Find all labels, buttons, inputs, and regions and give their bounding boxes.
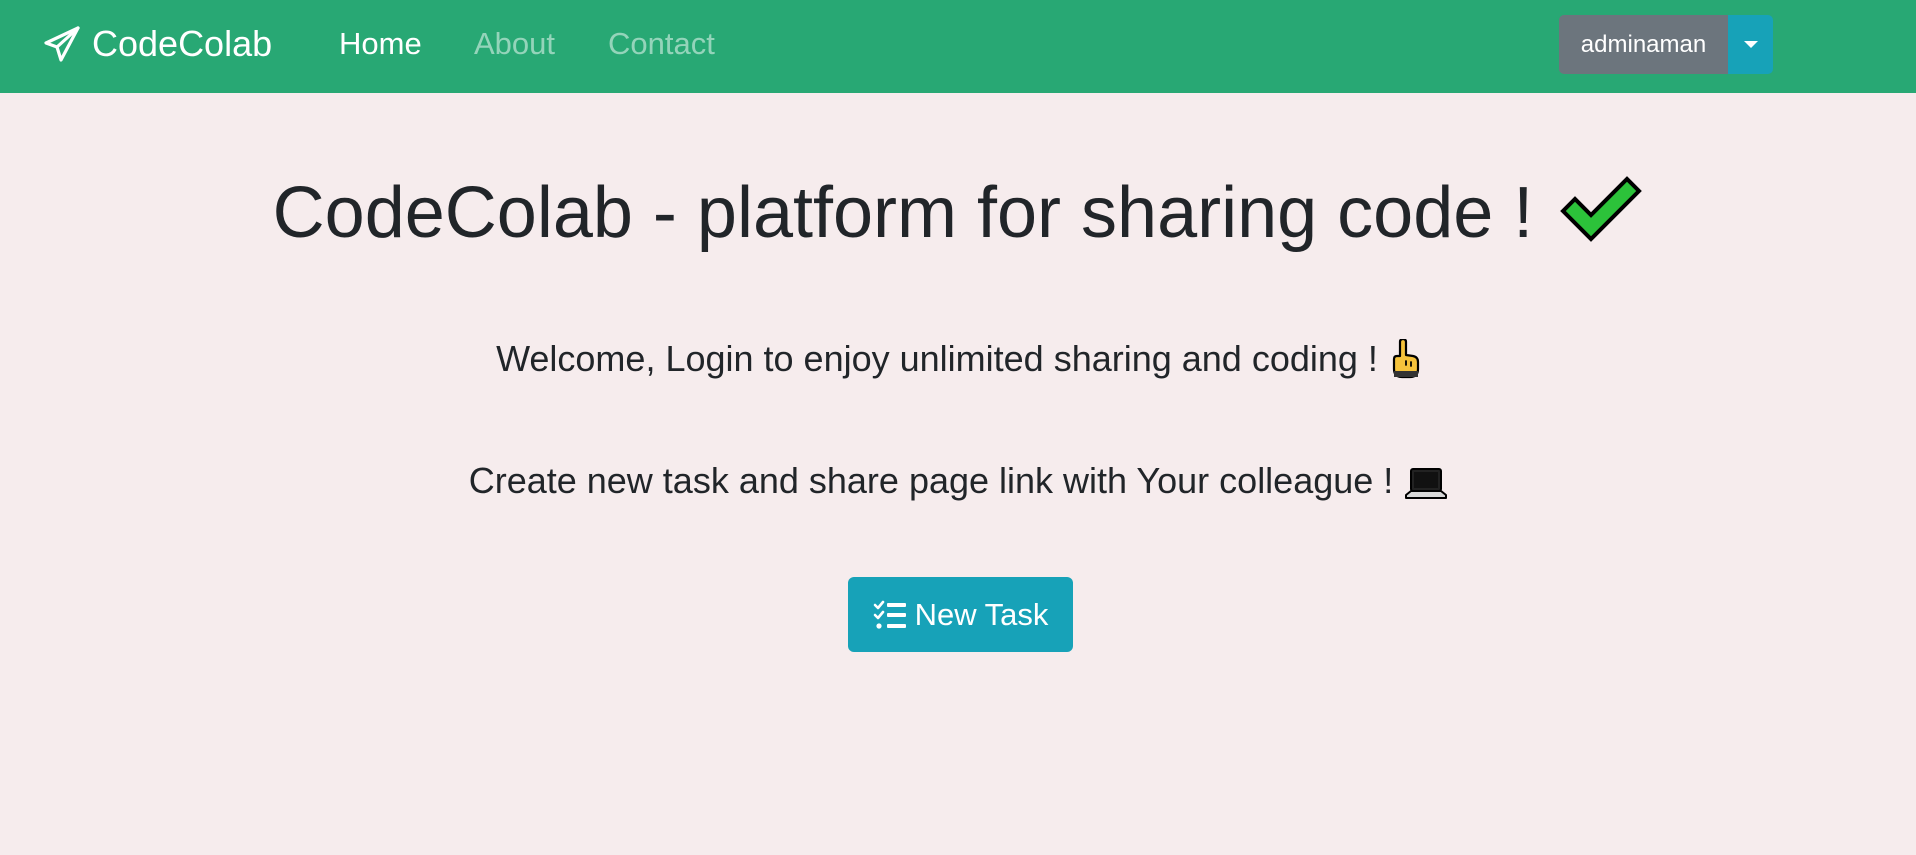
new-task-label: New Task	[914, 596, 1049, 632]
page-title-text: CodeColab - platform for sharing code !	[272, 173, 1534, 253]
nav-link-contact[interactable]: Contact	[608, 22, 715, 66]
user-menu-toggle[interactable]	[1728, 15, 1773, 74]
create-task-text: Create new task and share page link with…	[0, 459, 1916, 503]
user-menu-button[interactable]: adminaman	[1559, 15, 1728, 74]
laptop-icon	[1405, 468, 1448, 499]
create-task-text-label: Create new task and share page link with…	[468, 460, 1394, 501]
check-mark-icon	[1560, 176, 1643, 242]
user-menu: adminaman	[1559, 15, 1773, 74]
nav-link-about[interactable]: About	[474, 22, 555, 66]
paper-plane-icon	[44, 26, 80, 62]
page-title: CodeColab - platform for sharing code !	[0, 170, 1916, 256]
brand-label: CodeColab	[92, 23, 273, 64]
navbar: CodeColab Home About Contact adminaman	[0, 0, 1916, 93]
brand-link[interactable]: CodeColab	[42, 22, 272, 66]
pointing-finger-icon	[1392, 339, 1420, 379]
welcome-text-label: Welcome, Login to enjoy unlimited sharin…	[496, 338, 1378, 379]
caret-down-icon	[1743, 41, 1758, 48]
new-task-button[interactable]: New Task	[848, 577, 1073, 652]
tasks-icon	[873, 600, 906, 629]
welcome-text: Welcome, Login to enjoy unlimited sharin…	[0, 337, 1916, 381]
nav-link-home[interactable]: Home	[339, 22, 422, 66]
